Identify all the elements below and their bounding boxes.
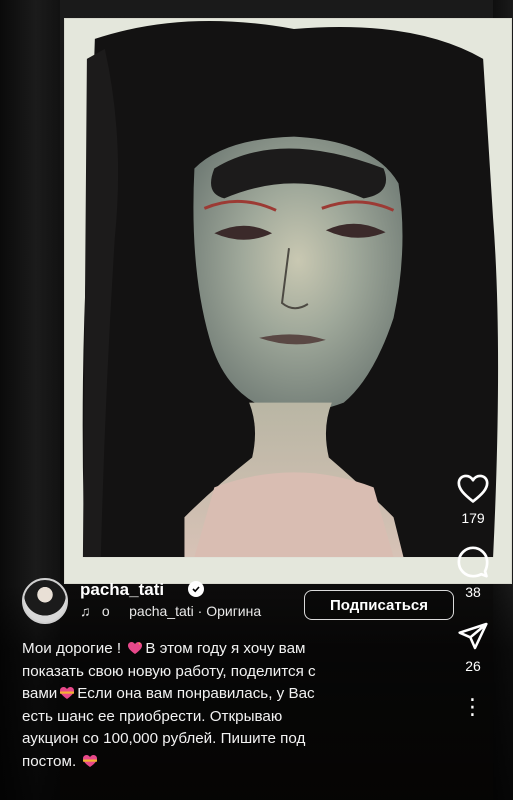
heart-ribbon-icon [59,685,75,699]
heart-outline-icon[interactable] [455,470,491,506]
sparkling-heart-icon [127,640,143,654]
audio-label: · Оригина [197,603,262,619]
send-paper-plane-icon[interactable] [455,618,491,654]
audio-row[interactable]: ♫ о pacha_tati · Оригина [80,603,261,619]
comments-count: 38 [465,584,481,600]
likes-count: 179 [461,510,485,526]
reel-actions: 179 38 26 ⋮ [451,470,495,718]
shares-count: 26 [465,658,481,674]
caption-text-2: показать свою новую работу, поделится с [22,662,316,680]
video-painting[interactable] [64,18,512,584]
audio-user: pacha_tati [129,603,194,619]
audio-prefix: о [101,603,110,619]
author-row: pacha_tati ♫ о pacha_tati · Оригина Подп… [22,578,454,626]
share-action[interactable]: 26 [455,618,491,674]
username[interactable]: pacha_tati [80,580,164,600]
like-action[interactable]: 179 [455,470,491,526]
reel-screen: 179 38 26 ⋮ pacha_tati ♫ о pacha_tati · … [0,0,513,800]
follow-button[interactable]: Подписаться [304,590,454,620]
portrait-painting-image [65,19,511,583]
music-note-icon: ♫ [80,603,91,619]
caption-text-1b: В этом году я хочу вам [145,640,306,657]
post-caption[interactable]: Мои дорогие ! В этом году я хочу вам пок… [22,638,402,773]
comment-bubble-icon[interactable] [455,544,491,580]
comment-action[interactable]: 38 [455,544,491,600]
caption-text-5: аукцион со 100,000 рублей. Пишите под [22,730,306,747]
verified-badge-icon [188,581,204,597]
caption-text-1a: Мои дорогие ! [22,640,126,657]
caption-text-3b: Если она вам понравилась, у Вас [77,685,315,702]
caption-text-4: есть шанс ее приобрести. Открываю [22,707,283,725]
more-dots-icon[interactable]: ⋮ [462,696,485,718]
caption-text-3a: вами [22,685,58,702]
avatar[interactable] [22,578,68,624]
heart-ribbon-icon-end [82,753,98,767]
caption-text-6: постом. [22,752,81,770]
